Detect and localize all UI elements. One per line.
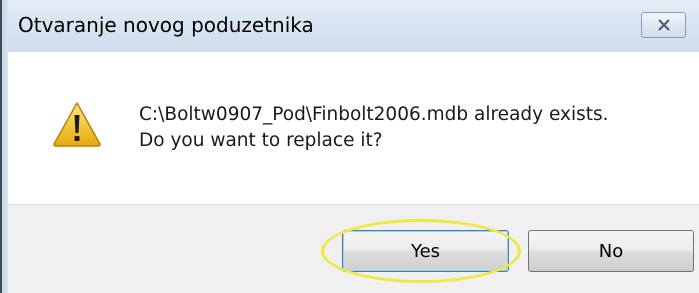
dialog-title: Otvaranje novog poduzetnika [18,13,314,37]
message-line-path: C:\Boltw0907_Pod\Finbolt2006.mdb already… [139,104,609,125]
dialog-message: C:\Boltw0907_Pod\Finbolt2006.mdb already… [139,102,609,154]
no-button[interactable]: No [528,230,694,272]
warning-icon [52,101,102,147]
close-button[interactable] [641,12,686,38]
dialog-content: C:\Boltw0907_Pod\Finbolt2006.mdb already… [8,52,699,204]
dialog-button-bar: Yes No [8,204,699,293]
window-left-border [0,0,8,293]
close-icon [657,19,671,31]
dialog-titlebar[interactable]: Otvaranje novog poduzetnika [8,0,699,52]
yes-button[interactable]: Yes [342,230,509,272]
message-line-question: Do you want to replace it? [139,130,383,151]
